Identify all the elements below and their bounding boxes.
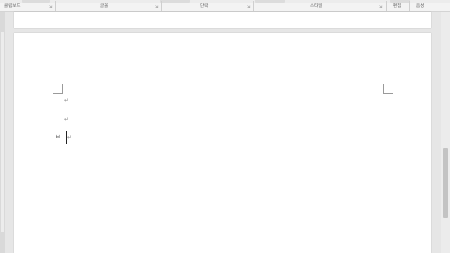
paragraph-mark: ↵ xyxy=(64,97,70,104)
paragraph-launcher-icon[interactable]: ⇲ xyxy=(247,4,250,10)
margin-corner-top-right xyxy=(383,84,393,94)
document-page[interactable] xyxy=(14,33,431,253)
group-label-paragraph: 단락 xyxy=(200,4,209,9)
group-label-editing: 편집 xyxy=(393,4,402,9)
font-controls[interactable] xyxy=(160,0,190,3)
group-label-voice: 음성 xyxy=(416,4,425,9)
group-label-clipboard: 클립보드 xyxy=(4,4,21,9)
paragraph-mark: ↵ xyxy=(67,134,73,141)
clipboard-launcher-icon[interactable]: ⇲ xyxy=(49,4,52,10)
vertical-scrollbar[interactable] xyxy=(441,12,450,253)
group-separator xyxy=(409,1,410,11)
text-cursor xyxy=(66,131,67,144)
format-painter-button[interactable] xyxy=(22,0,50,3)
group-separator xyxy=(55,1,56,11)
styles-launcher-icon[interactable]: ⇲ xyxy=(379,4,382,10)
editing-controls[interactable] xyxy=(390,0,410,3)
scrollbar-thumb[interactable] xyxy=(443,148,448,218)
group-label-styles: 스타일 xyxy=(310,4,323,9)
ribbon: 클립보드 ⇲ 글꼴 ⇲ 단락 ⇲ 스타일 ⇲ 편집 음성 xyxy=(0,0,450,12)
margin-corner-top-left xyxy=(53,84,63,94)
previous-page-bottom xyxy=(14,12,431,28)
font-launcher-icon[interactable]: ⇲ xyxy=(155,4,158,10)
style-gallery[interactable] xyxy=(255,0,285,3)
group-separator xyxy=(161,1,162,11)
group-separator xyxy=(386,1,387,11)
ribbon-command-strip xyxy=(0,0,450,3)
paragraph-mark: ↵ xyxy=(64,116,70,123)
group-separator xyxy=(253,1,254,11)
vertical-ruler xyxy=(0,12,5,253)
group-label-font: 글꼴 xyxy=(100,4,109,9)
ime-composition-char: ㅂ xyxy=(55,134,61,141)
